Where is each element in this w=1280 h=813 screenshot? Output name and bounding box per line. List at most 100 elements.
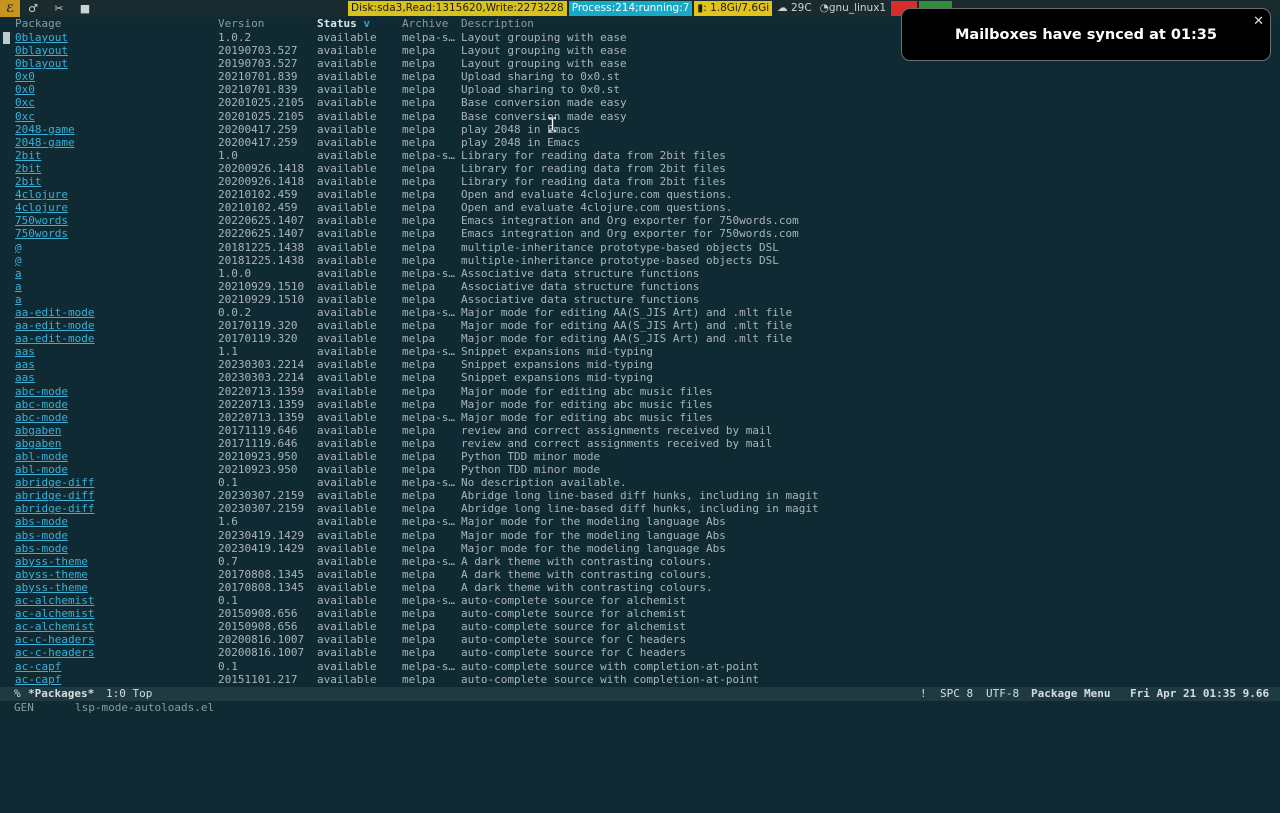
package-name-link[interactable]: aa-edit-mode bbox=[15, 319, 94, 332]
package-name-link[interactable]: aa-edit-mode bbox=[15, 332, 94, 345]
table-row[interactable]: abgaben 20171119.646 available melpa review … bbox=[0, 437, 1280, 450]
package-name-link[interactable]: 2bit bbox=[15, 175, 42, 188]
table-row[interactable]: @20181225.1438 available melpa multiple-inh… bbox=[0, 254, 1280, 267]
table-row[interactable]: 0xc 20201025.2105 available melpa Base conve… bbox=[0, 110, 1280, 123]
package-name-link[interactable]: 0xc bbox=[15, 110, 35, 123]
package-name-link[interactable]: a bbox=[15, 280, 22, 293]
table-row[interactable]: 2048-game 20200417.259 available melpa play … bbox=[0, 123, 1280, 136]
table-row[interactable]: ac-c-headers 20200816.1007 available melpa a… bbox=[0, 633, 1280, 646]
table-row[interactable]: abridge-diff 20230307.2159 available melpa A… bbox=[0, 502, 1280, 515]
package-name-link[interactable]: abgaben bbox=[15, 437, 61, 450]
header-description[interactable]: Description bbox=[461, 17, 534, 30]
package-name-link[interactable]: 4clojure bbox=[15, 188, 68, 201]
camera-icon[interactable]: ■ bbox=[72, 0, 98, 17]
table-row[interactable]: aas 20230303.2214 available melpa Snippet ex… bbox=[0, 371, 1280, 384]
header-status[interactable]: Status v bbox=[317, 17, 370, 30]
package-name-link[interactable]: 2bit bbox=[15, 149, 42, 162]
package-name-link[interactable]: aas bbox=[15, 371, 35, 384]
package-name-link[interactable]: abs-mode bbox=[15, 529, 68, 542]
table-row[interactable]: ac-alchemist 20150908.656 available melpa au… bbox=[0, 620, 1280, 633]
package-name-link[interactable]: ac-c-headers bbox=[15, 633, 94, 646]
package-name-link[interactable]: abyss-theme bbox=[15, 555, 88, 568]
table-row[interactable]: 0x0 20210701.839 available melpa Upload shar… bbox=[0, 83, 1280, 96]
package-name-link[interactable]: abc-mode bbox=[15, 411, 68, 424]
table-row[interactable]: 750words 20220625.1407 available melpa Emacs… bbox=[0, 214, 1280, 227]
emacs-icon[interactable]: ℰ bbox=[0, 0, 20, 17]
package-name-link[interactable]: 4clojure bbox=[15, 201, 68, 214]
package-name-link[interactable]: 750words bbox=[15, 214, 68, 227]
package-name-link[interactable]: 0blayout bbox=[15, 57, 68, 70]
package-name-link[interactable]: abs-mode bbox=[15, 515, 68, 528]
package-name-link[interactable]: ac-capf bbox=[15, 673, 61, 686]
table-row[interactable]: abyss-theme 20170808.1345 available melpa A … bbox=[0, 568, 1280, 581]
table-row[interactable]: ac-alchemist 20150908.656 available melpa au… bbox=[0, 607, 1280, 620]
table-row[interactable]: 2bit 20200926.1418 available melpa Library f… bbox=[0, 162, 1280, 175]
table-row[interactable]: abs-mode 1.6 available melpa-s… Major mode f… bbox=[0, 515, 1280, 528]
table-row[interactable]: aa-edit-mode 20170119.320 available melpa Ma… bbox=[0, 319, 1280, 332]
package-name-link[interactable]: abs-mode bbox=[15, 542, 68, 555]
table-row[interactable]: abc-mode 20220713.1359 available melpa Major… bbox=[0, 385, 1280, 398]
table-row[interactable]: a 20210929.1510 available melpa Associative … bbox=[0, 280, 1280, 293]
table-row[interactable]: abc-mode 20220713.1359 available melpa Major… bbox=[0, 398, 1280, 411]
table-row[interactable]: abl-mode 20210923.950 available melpa Python… bbox=[0, 463, 1280, 476]
modeline-buffer[interactable]: *Packages* bbox=[28, 687, 94, 701]
table-row[interactable]: 2bit 20200926.1418 available melpa Library f… bbox=[0, 175, 1280, 188]
table-row[interactable]: ac-capf 0.1 available melpa-s… auto-complete… bbox=[0, 660, 1280, 673]
package-name-link[interactable]: aa-edit-mode bbox=[15, 306, 94, 319]
package-name-link[interactable]: 0blayout bbox=[15, 44, 68, 57]
package-name-link[interactable]: 0x0 bbox=[15, 70, 35, 83]
table-row[interactable]: 0x0 20210701.839 available melpa Upload shar… bbox=[0, 70, 1280, 83]
table-row[interactable]: abridge-diff 0.1 available melpa-s… No descr… bbox=[0, 476, 1280, 489]
package-name-link[interactable]: abc-mode bbox=[15, 385, 68, 398]
package-name-link[interactable]: abgaben bbox=[15, 424, 61, 437]
table-row[interactable]: aa-edit-mode 20170119.320 available melpa Ma… bbox=[0, 332, 1280, 345]
bird-icon[interactable]: ♂ bbox=[20, 0, 46, 17]
package-name-link[interactable]: ac-alchemist bbox=[15, 620, 94, 633]
table-row[interactable]: abl-mode 20210923.950 available melpa Python… bbox=[0, 450, 1280, 463]
table-row[interactable]: 0xc 20201025.2105 available melpa Base conve… bbox=[0, 96, 1280, 109]
package-name-link[interactable]: abridge-diff bbox=[15, 489, 94, 502]
package-name-link[interactable]: a bbox=[15, 293, 22, 306]
package-name-link[interactable]: ac-capf bbox=[15, 660, 61, 673]
package-name-link[interactable]: abl-mode bbox=[15, 450, 68, 463]
table-row[interactable]: abc-mode 20220713.1359 available melpa-s… Ma… bbox=[0, 411, 1280, 424]
package-name-link[interactable]: abyss-theme bbox=[15, 581, 88, 594]
table-row[interactable]: 2048-game 20200417.259 available melpa play … bbox=[0, 136, 1280, 149]
package-name-link[interactable]: 0blayout bbox=[15, 31, 68, 44]
table-row[interactable]: 4clojure 20210102.459 available melpa Open a… bbox=[0, 188, 1280, 201]
package-name-link[interactable]: 0x0 bbox=[15, 83, 35, 96]
package-name-link[interactable]: abc-mode bbox=[15, 398, 68, 411]
table-row[interactable]: ac-c-headers 20200816.1007 available melpa a… bbox=[0, 646, 1280, 659]
package-name-link[interactable]: ac-c-headers bbox=[15, 646, 94, 659]
header-version[interactable]: Version bbox=[218, 17, 264, 30]
package-name-link[interactable]: aas bbox=[15, 345, 35, 358]
modeline-mode[interactable]: Package Menu bbox=[1031, 687, 1110, 701]
table-row[interactable]: a 1.0.0 available melpa-s… Associative data … bbox=[0, 267, 1280, 280]
package-name-link[interactable]: 0xc bbox=[15, 96, 35, 109]
package-name-link[interactable]: abridge-diff bbox=[15, 476, 94, 489]
package-name-link[interactable]: @ bbox=[15, 254, 22, 267]
package-name-link[interactable]: abyss-theme bbox=[15, 568, 88, 581]
package-name-link[interactable]: 2bit bbox=[15, 162, 42, 175]
package-name-link[interactable]: abl-mode bbox=[15, 463, 68, 476]
header-archive[interactable]: Archive bbox=[402, 17, 448, 30]
header-package[interactable]: Package bbox=[15, 17, 61, 30]
table-row[interactable]: abs-mode 20230419.1429 available melpa Major… bbox=[0, 542, 1280, 555]
table-row[interactable]: 2bit 1.0 available melpa-s… Library for read… bbox=[0, 149, 1280, 162]
table-row[interactable]: @20181225.1438 available melpa multiple-inh… bbox=[0, 241, 1280, 254]
package-name-link[interactable]: 2048-game bbox=[15, 136, 75, 149]
package-name-link[interactable]: aas bbox=[15, 358, 35, 371]
table-row[interactable]: abyss-theme 0.7 available melpa-s… A dark th… bbox=[0, 555, 1280, 568]
table-row[interactable]: aas 1.1 available melpa-s… Snippet expansion… bbox=[0, 345, 1280, 358]
table-row[interactable]: aas 20230303.2214 available melpa Snippet ex… bbox=[0, 358, 1280, 371]
package-name-link[interactable]: 750words bbox=[15, 227, 68, 240]
package-name-link[interactable]: 2048-game bbox=[15, 123, 75, 136]
close-icon[interactable]: ✕ bbox=[1253, 14, 1264, 29]
package-name-link[interactable]: ac-alchemist bbox=[15, 594, 94, 607]
package-name-link[interactable]: @ bbox=[15, 241, 22, 254]
table-row[interactable]: abs-mode 20230419.1429 available melpa Major… bbox=[0, 529, 1280, 542]
table-row[interactable]: ac-alchemist 0.1 available melpa-s… auto-com… bbox=[0, 594, 1280, 607]
table-row[interactable]: aa-edit-mode 0.0.2 available melpa-s… Major … bbox=[0, 306, 1280, 319]
package-name-link[interactable]: a bbox=[15, 267, 22, 280]
table-row[interactable]: 750words 20220625.1407 available melpa Emacs… bbox=[0, 227, 1280, 240]
